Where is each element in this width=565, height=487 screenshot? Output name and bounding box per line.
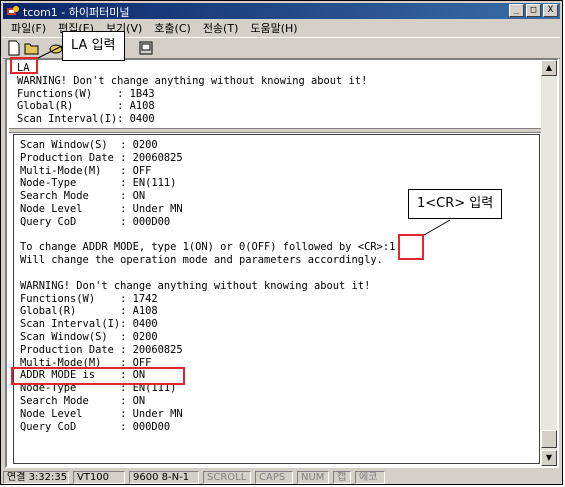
- cr-highlight-box: [398, 234, 424, 260]
- menu-call[interactable]: 호출(C): [148, 19, 197, 36]
- terminal-area[interactable]: LA WARNING! Don't change anything withou…: [5, 58, 559, 468]
- menu-help[interactable]: 도움말(H): [244, 19, 303, 36]
- status-echo: 에코: [355, 471, 385, 484]
- addr-mode-highlight-box: [11, 367, 185, 385]
- scroll-thumb[interactable]: [541, 430, 557, 448]
- window-title: tcom1 - 하이퍼터미널: [23, 6, 130, 19]
- title-bar[interactable]: tcom1 - 하이퍼터미널 _ □ X: [3, 3, 560, 19]
- vertical-scrollbar[interactable]: ▲ ▼: [541, 60, 557, 466]
- hyperterminal-icon: [7, 6, 19, 15]
- menu-file[interactable]: 파일(F): [5, 19, 52, 36]
- cr-input-callout: 1<CR> 입력: [408, 189, 503, 219]
- status-bar: 연결 3:32:35 VT100 9600 8-N-1 SCROLL CAPS …: [3, 470, 560, 485]
- minimize-button[interactable]: _: [509, 4, 524, 17]
- terminal-upper-output: LA WARNING! Don't change anything withou…: [17, 62, 368, 126]
- status-port-settings: 9600 8-N-1: [129, 471, 199, 484]
- maximize-button[interactable]: □: [526, 4, 541, 17]
- scroll-up-arrow-icon[interactable]: ▲: [541, 60, 557, 76]
- close-button[interactable]: X: [543, 4, 558, 17]
- terminal-log-panel: Scan Window(S) : 0200 Production Date : …: [13, 134, 540, 464]
- status-capture: 캡: [333, 471, 351, 484]
- open-icon[interactable]: [24, 40, 40, 56]
- new-icon[interactable]: [6, 40, 22, 56]
- la-input-callout: LA 입력: [62, 31, 125, 61]
- la-highlight-box: [10, 57, 38, 74]
- terminal-divider: [9, 128, 541, 133]
- scroll-down-arrow-icon[interactable]: ▼: [541, 450, 557, 466]
- menu-transfer[interactable]: 전송(T): [197, 19, 245, 36]
- terminal-lower-output: Scan Window(S) : 0200 Production Date : …: [20, 139, 396, 433]
- properties-icon[interactable]: [138, 40, 154, 56]
- status-connection-time: 연결 3:32:35: [3, 471, 69, 484]
- hyperterminal-window: tcom1 - 하이퍼터미널 _ □ X 파일(F) 편집(E) 보기(V) 호…: [0, 0, 563, 485]
- status-num: NUM: [297, 471, 329, 484]
- status-emulation: VT100: [73, 471, 125, 484]
- status-scroll: SCROLL: [203, 471, 251, 484]
- menu-bar: 파일(F) 편집(E) 보기(V) 호출(C) 전송(T) 도움말(H): [5, 19, 304, 36]
- status-caps: CAPS: [255, 471, 293, 484]
